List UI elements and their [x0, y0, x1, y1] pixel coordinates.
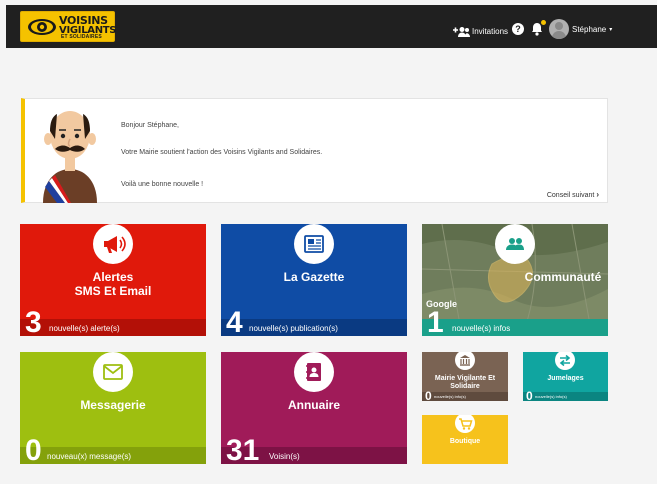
tile-gazette[interactable]: La Gazette 4 nouvelle(s) publication(s) [221, 224, 407, 336]
help-icon[interactable]: ? [512, 23, 524, 35]
tile-mairie-subtitle: Solidaire [450, 383, 480, 390]
welcome-message: Votre Mairie soutient l'action des Voisi… [121, 149, 323, 156]
tile-mairie-footer-text: nouvelle(s) info(s) [434, 394, 466, 399]
invitations-label: Invitations [472, 26, 509, 36]
chevron-right-icon: › [596, 190, 599, 199]
town-hall-icon [455, 352, 475, 370]
app-logo[interactable]: VOISINS VIGILANTS ET SOLIDAIRES [20, 11, 117, 42]
envelope-icon [93, 352, 133, 392]
add-users-icon [453, 26, 470, 37]
tile-boutique[interactable]: Boutique [422, 415, 508, 464]
logo-text-line3: ET SOLIDAIRES [61, 34, 102, 40]
tile-communaute-footer [422, 319, 608, 336]
tile-annuaire-count: 31 [226, 434, 260, 465]
tile-jumelages-footer-text: nouvelle(s) info(s) [535, 394, 567, 399]
next-tip-link[interactable]: Conseil suivant › [547, 190, 599, 199]
user-menu[interactable]: Stéphane ▾ [549, 19, 612, 39]
cart-icon [455, 415, 475, 433]
tile-communaute-footer-text: nouvelle(s) infos [452, 324, 511, 333]
invitations-link[interactable]: Invitations [452, 24, 508, 38]
tile-alertes-count: 3 [25, 306, 42, 337]
welcome-panel: Bonjour Stéphane, Votre Mairie soutient … [21, 98, 608, 203]
notification-badge [541, 20, 546, 25]
tile-communaute[interactable]: Communauté Google 1 nouvelle(s) infos [422, 224, 608, 336]
welcome-greeting: Bonjour Stéphane, [121, 122, 179, 129]
tile-annuaire-footer-text: Voisin(s) [269, 452, 300, 461]
top-navbar: VOISINS VIGILANTS ET SOLIDAIRES Invitati… [6, 5, 657, 48]
notifications-button[interactable] [531, 20, 546, 36]
newspaper-icon [294, 224, 334, 264]
tile-jumelages-count: 0 [526, 389, 533, 401]
tile-alertes-footer-text: nouvelle(s) alerte(s) [49, 324, 120, 333]
swap-arrows-icon [555, 352, 575, 370]
contact-book-icon [294, 352, 334, 392]
tile-alertes-title: Alertes [92, 270, 134, 284]
chevron-down-icon: ▾ [609, 26, 613, 33]
tile-messagerie-footer-text: nouveau(x) message(s) [47, 452, 132, 461]
tile-alertes[interactable]: Alertes SMS Et Email 3 nouvelle(s) alert… [20, 224, 206, 336]
tile-messagerie-count: 0 [25, 434, 42, 465]
tile-communaute-title: Communauté [524, 270, 602, 284]
user-name: Stéphane [572, 24, 607, 34]
tile-jumelages-title: Jumelages [547, 375, 584, 382]
tile-mairie-count: 0 [425, 389, 432, 401]
tile-annuaire-title: Annuaire [287, 398, 340, 412]
tile-jumelages[interactable]: Jumelages 0 nouvelle(s) info(s) [523, 352, 608, 401]
tile-mairie-title: Mairie Vigilante Et [434, 375, 496, 382]
tile-gazette-count: 4 [226, 306, 243, 337]
welcome-good-news: Voilà une bonne nouvelle ! [121, 181, 204, 188]
tile-messagerie-title: Messagerie [80, 398, 146, 412]
tile-boutique-title: Boutique [449, 438, 481, 445]
tile-gazette-title: La Gazette [283, 270, 345, 284]
megaphone-icon [93, 224, 133, 264]
next-tip-label: Conseil suivant [546, 192, 595, 199]
tile-mairie[interactable]: Mairie Vigilante Et Solidaire 0 nouvelle… [422, 352, 508, 401]
people-icon [495, 224, 535, 264]
eye-logo-icon [28, 19, 56, 35]
mayor-illustration [43, 111, 97, 203]
tile-communaute-count: 1 [427, 306, 444, 337]
tile-annuaire[interactable]: Annuaire 31 Voisin(s) [221, 352, 407, 464]
tile-gazette-footer-text: nouvelle(s) publication(s) [249, 324, 338, 333]
avatar [549, 19, 569, 39]
tile-alertes-subtitle: SMS Et Email [74, 284, 152, 298]
tile-messagerie[interactable]: Messagerie 0 nouveau(x) message(s) [20, 352, 206, 464]
